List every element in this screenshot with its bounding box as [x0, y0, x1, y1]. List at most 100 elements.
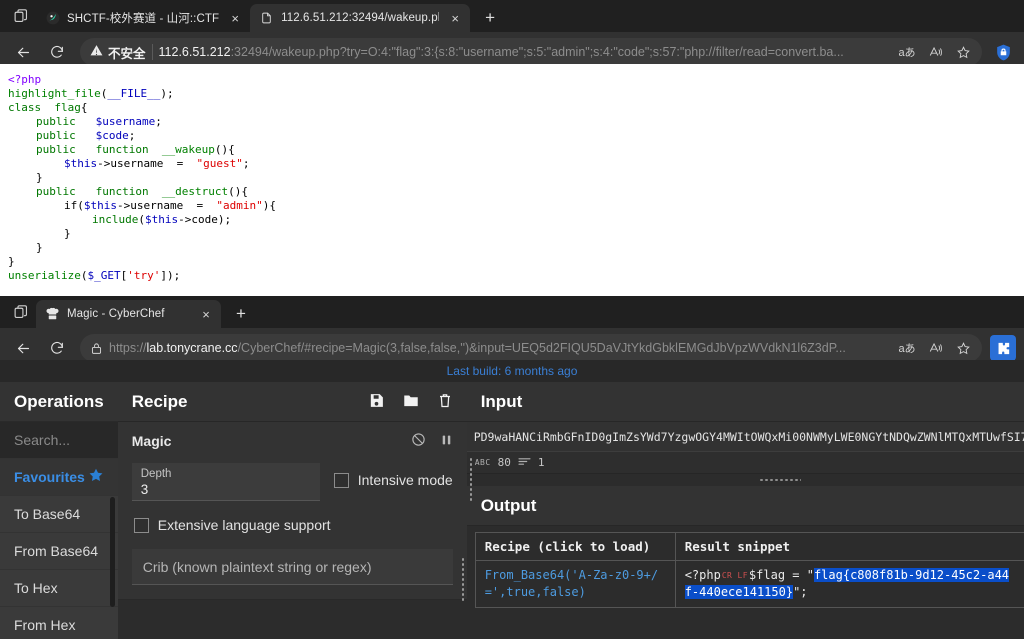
- tab-magic-cyberchef[interactable]: Magic - CyberChef ×: [36, 300, 221, 328]
- close-icon[interactable]: ×: [226, 9, 244, 27]
- search-input[interactable]: Search...: [0, 422, 118, 459]
- tab-actions-icon[interactable]: [6, 0, 36, 32]
- php-token: __FILE__: [107, 87, 160, 100]
- generic-page-icon: [259, 11, 274, 26]
- extensive-language-row[interactable]: Extensive language support: [132, 501, 453, 533]
- input-textarea[interactable]: PD9waHANCiRmbGFnID0gImZsYWd7YzgwOGY4MWIt…: [467, 422, 1024, 452]
- php-token: ->username: [117, 199, 183, 212]
- php-token: $code: [96, 129, 129, 142]
- save-disk-icon[interactable]: [368, 392, 385, 412]
- new-tab-button[interactable]: +: [476, 4, 504, 32]
- php-token: (: [138, 213, 145, 226]
- operation-from-hex[interactable]: From Hex: [0, 607, 118, 639]
- php-token: ;: [129, 129, 136, 142]
- url-host: lab.tonycrane.cc: [147, 341, 238, 355]
- star-icon[interactable]: [950, 40, 976, 64]
- trash-icon[interactable]: [437, 392, 453, 412]
- favourites-category[interactable]: Favourites: [0, 459, 118, 496]
- tab-shctf[interactable]: SHCTF-校外赛道 - 山河::CTF ×: [36, 4, 250, 32]
- breakpoint-pause-icon[interactable]: [440, 433, 453, 450]
- translate-icon[interactable]: aあ: [894, 336, 920, 360]
- screenshot-root: SHCTF-校外赛道 - 山河::CTF × 112.6.51.212:3249…: [0, 0, 1024, 639]
- php-token: [149, 185, 162, 198]
- recipe-title: Recipe: [132, 392, 368, 412]
- cyberchef-body: Operations Search... Favourites To Base6…: [0, 382, 1024, 639]
- close-icon[interactable]: ×: [446, 9, 464, 27]
- php-token: [76, 143, 96, 156]
- php-code-line: class flag{: [8, 101, 1024, 115]
- extensive-language-checkbox[interactable]: [134, 518, 149, 533]
- url-path: :32494/wakeup.php?try=O:4:"flag":3:{s:8:…: [231, 45, 844, 59]
- back-button[interactable]: [8, 333, 38, 363]
- php-code-block: <?phphighlight_file(__FILE__);class flag…: [0, 64, 1024, 283]
- back-button[interactable]: [8, 37, 38, 67]
- operations-title: Operations: [0, 382, 118, 422]
- input-output-splitter[interactable]: [467, 474, 1024, 486]
- recipe-header: Recipe: [118, 382, 467, 422]
- output-splitter-grip-icon[interactable]: [469, 457, 473, 501]
- operation-actions: [411, 432, 453, 450]
- intensive-mode-checkbox[interactable]: [334, 473, 349, 488]
- table-header-row: Recipe (click to load) Result snippet: [476, 533, 1024, 561]
- operation-to-base64[interactable]: To Base64: [0, 496, 118, 533]
- browser-window-cyberchef: Magic - CyberChef × + https://lab.tonycr…: [0, 296, 1024, 639]
- crlf-marker: CR LF: [721, 571, 749, 580]
- folder-icon[interactable]: [402, 392, 420, 412]
- operation-from-base64[interactable]: From Base64: [0, 533, 118, 570]
- crib-input[interactable]: Crib (known plaintext string or regex): [132, 549, 453, 585]
- warning-triangle-icon: [90, 44, 103, 60]
- tab-actions-icon[interactable]: [6, 296, 36, 328]
- security-status[interactable]: 不安全: [90, 43, 146, 62]
- address-bar-cyberchef[interactable]: https://lab.tonycrane.cc/CyberChef/#reci…: [80, 334, 982, 362]
- extension-puzzle-icon[interactable]: [990, 335, 1016, 361]
- php-token: $this: [64, 157, 97, 170]
- php-token: [41, 101, 54, 114]
- star-icon[interactable]: [950, 336, 976, 360]
- star-filled-icon: [88, 467, 104, 488]
- lock-icon[interactable]: [90, 342, 103, 355]
- url-path: /CyberChef/#recipe=Magic(3,false,false,'…: [238, 341, 846, 355]
- php-code-line: unserialize($_GET['try']);: [8, 269, 1024, 283]
- php-source-page: <?phphighlight_file(__FILE__);class flag…: [0, 64, 1024, 296]
- address-bar-php[interactable]: 不安全 112.6.51.212:32494/wakeup.php?try=O:…: [80, 38, 982, 66]
- shield-icon[interactable]: [990, 39, 1016, 65]
- close-icon[interactable]: ×: [197, 305, 215, 323]
- input-status-bar: ABC 80 1: [467, 452, 1024, 474]
- operation-label: From Hex: [14, 617, 75, 633]
- php-token: if(: [64, 199, 84, 212]
- reload-button[interactable]: [42, 37, 72, 67]
- io-panel: Input PD9waHANCiRmbGFnID0gImZsYWd7YzgwOG…: [467, 382, 1024, 639]
- php-token: =: [183, 199, 216, 212]
- read-aloud-icon[interactable]: [922, 40, 948, 64]
- operation-to-hex[interactable]: To Hex: [0, 570, 118, 607]
- tab-wakeup-php[interactable]: 112.6.51.212:32494/wakeup.php ×: [250, 4, 470, 32]
- operation-ingredients: Depth 3 Intensive mode: [132, 463, 453, 501]
- snippet-prefix: <?php: [685, 568, 721, 582]
- url-text: 112.6.51.212:32494/wakeup.php?try=O:4:"f…: [159, 45, 888, 59]
- php-token: public: [36, 115, 76, 128]
- php-token: [76, 129, 96, 142]
- operations-scrollbar[interactable]: [110, 497, 115, 607]
- disable-circle-icon[interactable]: [411, 432, 426, 450]
- recipe-io-splitter-grip-icon[interactable]: [461, 557, 465, 603]
- php-token: __wakeup: [162, 143, 215, 156]
- intensive-mode-row[interactable]: Intensive mode: [334, 463, 453, 488]
- new-tab-button[interactable]: +: [227, 300, 255, 328]
- depth-field[interactable]: Depth 3: [132, 463, 320, 501]
- column-header-recipe: Recipe (click to load): [476, 533, 676, 560]
- depth-label: Depth: [141, 468, 311, 481]
- php-code-line: }: [8, 255, 1024, 269]
- last-build-banner[interactable]: Last build: 6 months ago: [0, 360, 1024, 382]
- shctf-logo-icon: [45, 11, 60, 26]
- recipe-panel: Recipe: [118, 382, 467, 639]
- result-recipe-link[interactable]: From_Base64('A-Za-z0-9+/=',true,false): [476, 561, 676, 607]
- browser-window-php: SHCTF-校外赛道 - 山河::CTF × 112.6.51.212:3249…: [0, 0, 1024, 296]
- translate-icon[interactable]: aあ: [894, 40, 920, 64]
- php-token: ;: [155, 115, 162, 128]
- recipe-tools: [368, 392, 453, 412]
- omnibox-actions: aあ: [894, 40, 976, 64]
- table-row[interactable]: From_Base64('A-Za-z0-9+/=',true,false) <…: [476, 561, 1024, 607]
- read-aloud-icon[interactable]: [922, 336, 948, 360]
- recipe-operation-magic[interactable]: Magic: [118, 422, 467, 600]
- reload-button[interactable]: [42, 333, 72, 363]
